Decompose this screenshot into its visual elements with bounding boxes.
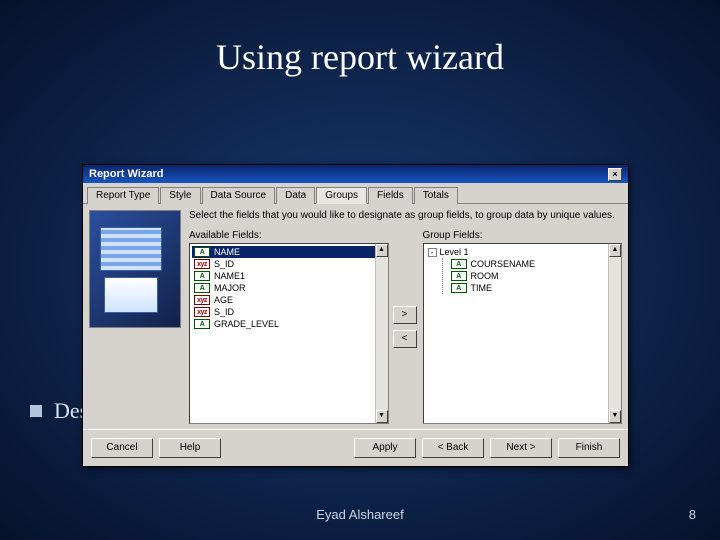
tab-fields[interactable]: Fields: [368, 187, 413, 204]
field-type-icon: A: [451, 283, 467, 293]
scroll-up-icon[interactable]: ▲: [376, 244, 388, 257]
field-name: NAME1: [214, 271, 245, 281]
group-fields-tree[interactable]: - Level 1 A COURSENAME A ROOM: [423, 243, 623, 424]
available-fields-list[interactable]: A NAME xyz S_ID A NAME1 A: [189, 243, 389, 424]
available-fields-label: Available Fields:: [189, 230, 389, 241]
field-type-icon: A: [194, 319, 210, 329]
wizard-tabs: Report Type Style Data Source Data Group…: [83, 183, 628, 204]
tab-totals[interactable]: Totals: [414, 187, 458, 204]
help-button[interactable]: Help: [159, 438, 221, 458]
field-type-icon: xyz: [194, 259, 210, 269]
apply-button[interactable]: Apply: [354, 438, 416, 458]
group-fields-label: Group Fields:: [423, 230, 623, 241]
tab-style[interactable]: Style: [160, 187, 200, 204]
field-type-icon: A: [194, 247, 210, 257]
list-item[interactable]: A NAME1: [192, 270, 386, 282]
tree-root-label: Level 1: [440, 247, 469, 257]
field-type-icon: xyz: [194, 307, 210, 317]
field-type-icon: A: [451, 271, 467, 281]
field-name: ROOM: [471, 271, 499, 281]
cancel-button[interactable]: Cancel: [91, 438, 153, 458]
tab-data-source[interactable]: Data Source: [202, 187, 276, 204]
slide-title: Using report wizard: [0, 0, 720, 78]
move-left-button[interactable]: <: [393, 330, 417, 348]
list-item[interactable]: xyz S_ID: [192, 306, 386, 318]
field-type-icon: A: [194, 271, 210, 281]
field-name: NAME: [214, 247, 240, 257]
field-name: COURSENAME: [471, 259, 536, 269]
list-item[interactable]: A MAJOR: [192, 282, 386, 294]
tab-data[interactable]: Data: [276, 187, 315, 204]
scrollbar[interactable]: ▲ ▼: [375, 244, 388, 423]
wizard-body: Select the fields that you would like to…: [83, 204, 628, 430]
field-name: S_ID: [214, 259, 234, 269]
bullet-icon: [30, 405, 42, 417]
wizard-titlebar: Report Wizard ×: [83, 165, 628, 183]
tree-root[interactable]: - Level 1: [426, 246, 620, 258]
list-item[interactable]: xyz S_ID: [192, 258, 386, 270]
field-name: AGE: [214, 295, 233, 305]
scroll-down-icon[interactable]: ▼: [609, 410, 621, 423]
report-wizard-dialog: Report Wizard × Report Type Style Data S…: [82, 164, 629, 467]
scrollbar[interactable]: ▲ ▼: [608, 244, 621, 423]
scroll-up-icon[interactable]: ▲: [609, 244, 621, 257]
back-button[interactable]: < Back: [422, 438, 484, 458]
wizard-title-text: Report Wizard: [89, 168, 163, 180]
next-button[interactable]: Next >: [490, 438, 552, 458]
field-name: MAJOR: [214, 283, 246, 293]
list-item[interactable]: A GRADE_LEVEL: [192, 318, 386, 330]
footer-page-number: 8: [689, 507, 696, 522]
field-name: TIME: [471, 283, 493, 293]
footer-author: Eyad Alshareef: [0, 507, 720, 522]
tree-item[interactable]: A ROOM: [449, 270, 620, 282]
list-item[interactable]: xyz AGE: [192, 294, 386, 306]
tree-collapse-icon[interactable]: -: [428, 248, 437, 257]
tab-groups[interactable]: Groups: [316, 187, 367, 204]
wizard-preview-image: [89, 210, 181, 328]
tab-report-type[interactable]: Report Type: [87, 187, 159, 204]
move-right-button[interactable]: >: [393, 306, 417, 324]
wizard-instructions: Select the fields that you would like to…: [189, 210, 622, 222]
bullet-item: Des: [30, 398, 88, 424]
field-name: GRADE_LEVEL: [214, 319, 279, 329]
field-type-icon: A: [451, 259, 467, 269]
tree-item[interactable]: A TIME: [449, 282, 620, 294]
tree-item[interactable]: A COURSENAME: [449, 258, 620, 270]
list-item[interactable]: A NAME: [192, 246, 386, 258]
close-button[interactable]: ×: [608, 168, 622, 181]
finish-button[interactable]: Finish: [558, 438, 620, 458]
wizard-footer: Cancel Help Apply < Back Next > Finish: [83, 429, 628, 466]
field-type-icon: A: [194, 283, 210, 293]
field-type-icon: xyz: [194, 295, 210, 305]
scroll-down-icon[interactable]: ▼: [376, 410, 388, 423]
field-name: S_ID: [214, 307, 234, 317]
